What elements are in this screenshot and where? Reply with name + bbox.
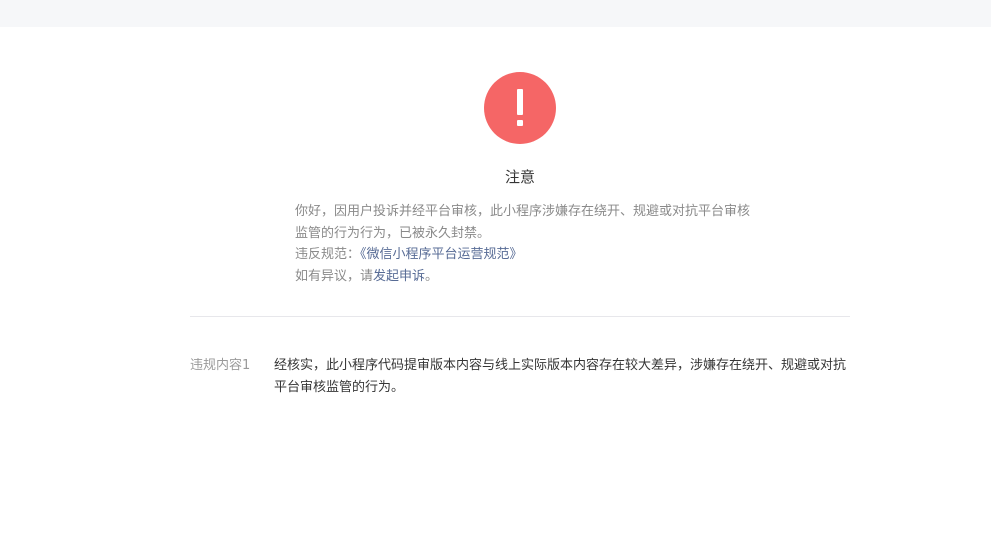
exclamation-bar (517, 89, 523, 115)
violation-label: 违规内容1 (190, 358, 251, 373)
appeal-suffix: 。 (425, 268, 439, 284)
notice-description: 你好，因用户投诉并经平台审核，此小程序涉嫌存在绕开、规避或对抗平台审核监管的行为… (295, 201, 750, 287)
rule-prefix: 违反规范： (295, 247, 361, 262)
appeal-link[interactable]: 发起申诉 (373, 269, 425, 284)
exclamation-dot (517, 120, 523, 126)
appeal-line: 如有异议，请发起申诉。 (295, 266, 750, 288)
ban-notice-page: 注意 你好，因用户投诉并经平台审核，此小程序涉嫌存在绕开、规避或对抗平台审核监管… (0, 27, 991, 550)
rule-link[interactable]: 《微信小程序平台运营规范》 (360, 247, 523, 262)
rule-line: 违反规范：《微信小程序平台运营规范》 (295, 244, 750, 266)
appeal-prefix: 如有异议，请 (295, 268, 374, 284)
divider (190, 316, 850, 317)
warning-exclamation-icon (484, 72, 556, 144)
top-bar (0, 0, 991, 27)
violation-content: 经核实，此小程序代码提审版本内容与线上实际版本内容存在较大差异，涉嫌存在绕开、规… (274, 358, 847, 395)
notice-desc-text: 你好，因用户投诉并经平台审核，此小程序涉嫌存在绕开、规避或对抗平台审核监管的行为… (295, 204, 751, 241)
notice-title: 注意 (504, 168, 535, 186)
